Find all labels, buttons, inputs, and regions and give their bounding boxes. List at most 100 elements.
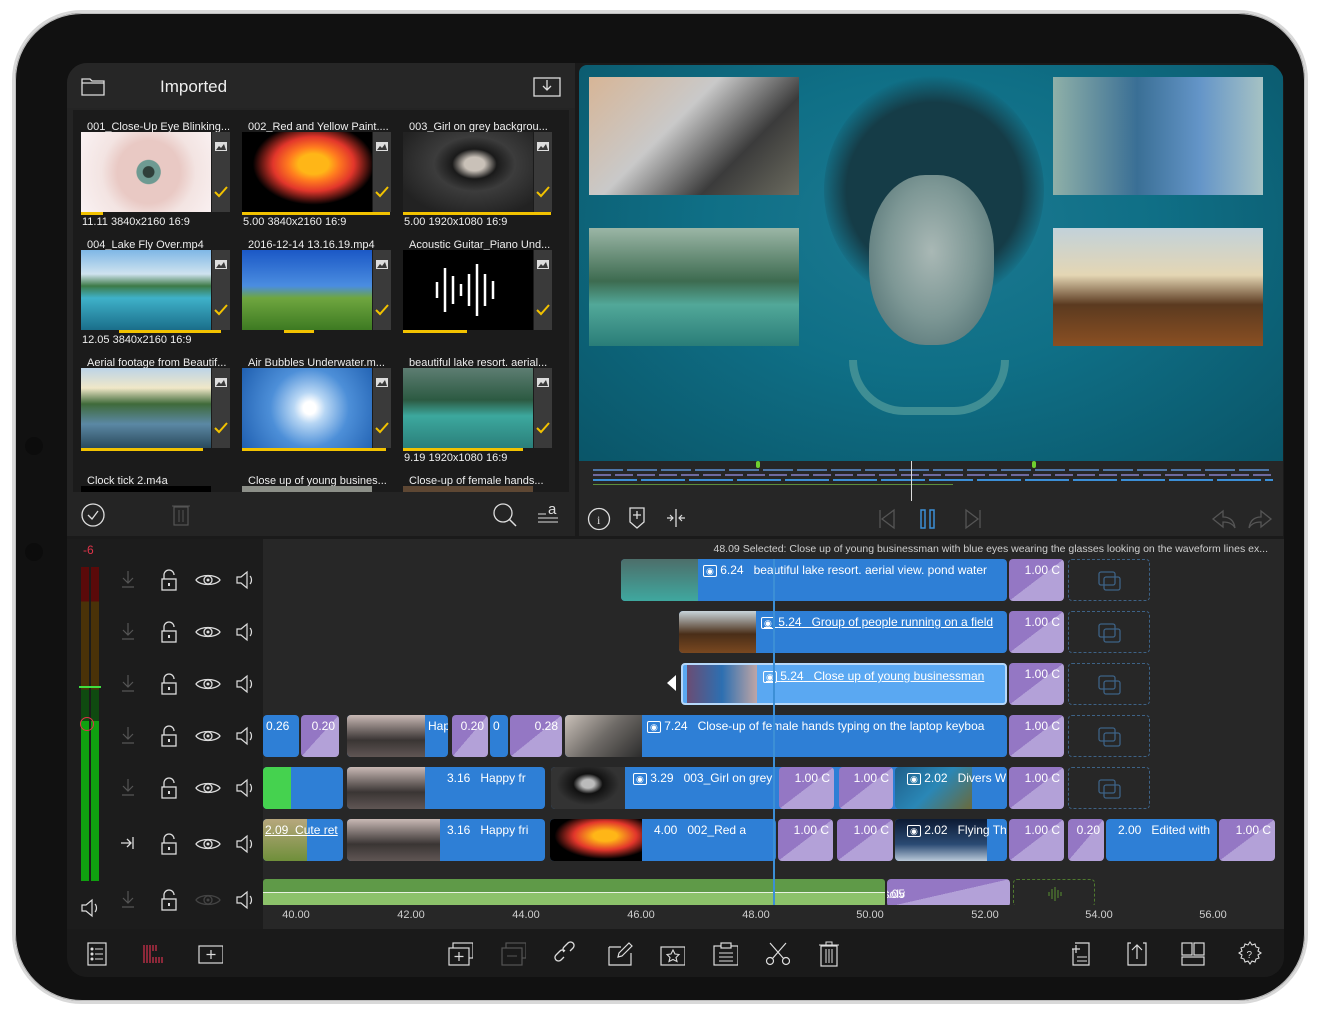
clip[interactable]: Hap [347, 715, 448, 757]
clip[interactable]: 0 [490, 715, 508, 757]
add-track-icon[interactable] [197, 941, 223, 967]
clip[interactable]: ◉ 2.02 Flying Th [895, 819, 1007, 861]
scissors-icon[interactable] [764, 941, 790, 967]
transition[interactable]: 1.00 C [1009, 767, 1064, 809]
move-track-icon[interactable] [119, 777, 139, 799]
playhead[interactable] [773, 559, 775, 929]
selected-clip[interactable]: ◉ 5.24 Close up of young businessman [681, 663, 1007, 705]
unlock-icon[interactable] [159, 569, 179, 591]
media-item[interactable]: Air Bubbles Underwater.m... [234, 346, 394, 464]
edit-icon[interactable] [607, 941, 633, 967]
track-audio-icon[interactable] [234, 569, 256, 591]
track-audio-icon[interactable] [234, 673, 256, 695]
visibility-eye-icon[interactable] [195, 836, 221, 852]
add-clip-icon[interactable] [447, 941, 473, 967]
visibility-eye-icon[interactable] [195, 892, 221, 908]
transition[interactable]: 1.00 C [778, 819, 833, 861]
transition[interactable]: 1.00 C [779, 767, 834, 809]
clip[interactable]: 3.16 Happy fri [347, 819, 545, 861]
media-item[interactable]: Close-up of female hands... [395, 464, 555, 492]
visibility-eye-icon[interactable] [195, 624, 221, 640]
empty-slot[interactable] [1068, 767, 1150, 809]
audio-meter-icon[interactable] [141, 941, 167, 967]
empty-slot[interactable] [1068, 715, 1150, 757]
media-item[interactable]: Clock tick 2.m4a [73, 464, 233, 492]
search-icon[interactable] [492, 502, 518, 528]
clip[interactable] [263, 767, 343, 809]
settings-help-icon[interactable]: ? [1237, 941, 1263, 967]
import-icon[interactable] [533, 75, 561, 97]
empty-slot[interactable] [1068, 559, 1150, 601]
clip[interactable]: ◉ 2.02 Divers W [895, 767, 1007, 809]
clip[interactable]: 2.00 Edited with [1106, 819, 1217, 861]
add-marker-icon[interactable] [627, 506, 647, 530]
info-icon[interactable]: i [587, 507, 611, 531]
move-track-icon[interactable] [119, 621, 139, 643]
pause-icon[interactable] [919, 508, 937, 530]
visibility-eye-icon[interactable] [195, 676, 221, 692]
clip[interactable]: ◉ 5.24 Group of people running on a fiel… [679, 611, 1007, 653]
paste-icon[interactable] [712, 941, 738, 967]
transition[interactable]: 1.00 C [1009, 715, 1064, 757]
visibility-eye-icon[interactable] [195, 728, 221, 744]
media-item[interactable]: 003_Girl on grey backgrou... 5.00 1920x1… [395, 110, 555, 228]
transition[interactable]: 1.00 C [1009, 559, 1064, 601]
split-icon[interactable] [665, 507, 687, 529]
track-audio-icon[interactable] [234, 833, 256, 855]
volume-handle[interactable] [80, 717, 94, 731]
media-item[interactable]: 004_Lake Fly Over.mp4 12.05 3840x2160 16… [73, 228, 233, 346]
unlock-icon[interactable] [159, 673, 179, 695]
layout-icon[interactable] [1180, 941, 1206, 967]
media-item[interactable]: Aerial footage from Beautif... [73, 346, 233, 464]
empty-audio-slot[interactable] [1013, 879, 1095, 907]
empty-slot[interactable] [1068, 611, 1150, 653]
track-audio-icon[interactable] [234, 889, 256, 911]
share-export-icon[interactable] [1125, 941, 1151, 967]
audio-clip[interactable] [263, 879, 885, 907]
visibility-eye-icon[interactable] [195, 572, 221, 588]
transition[interactable]: 1.00 C [1219, 819, 1275, 861]
media-item[interactable]: 002_Red and Yellow Paint.... 5.00 3840x2… [234, 110, 394, 228]
transition[interactable]: 0.20 [301, 715, 339, 757]
favorite-icon[interactable] [659, 941, 685, 967]
empty-slot[interactable] [1068, 663, 1150, 705]
unlock-icon[interactable] [159, 725, 179, 747]
timeline[interactable]: 48.09 Selected: Close up of young busine… [263, 539, 1284, 929]
undo-icon[interactable] [1211, 509, 1237, 529]
clip[interactable]: 4.00 002_Red a [550, 819, 776, 861]
preview-viewer[interactable] [579, 65, 1283, 461]
clip[interactable]: 0.26 [263, 715, 299, 757]
media-item[interactable]: beautiful lake resort. aerial... 9.19 19… [395, 346, 555, 464]
media-item[interactable]: Close up of young busines... [234, 464, 394, 492]
clip[interactable]: 2.09 Cute ret [263, 819, 343, 861]
move-track-icon[interactable] [119, 673, 139, 695]
project-list-icon[interactable] [85, 941, 111, 967]
trash-icon[interactable] [171, 502, 191, 526]
trim-handle-left[interactable] [667, 675, 676, 691]
transition[interactable]: 1.00 C [837, 819, 893, 861]
link-icon[interactable] [554, 941, 580, 967]
master-volume-icon[interactable] [79, 897, 101, 919]
visibility-eye-icon[interactable] [195, 780, 221, 796]
sort-icon[interactable]: a [536, 500, 560, 526]
transition[interactable]: 1.00 C [839, 767, 893, 809]
unlock-icon[interactable] [159, 833, 179, 855]
transition[interactable]: 0.20 [1068, 819, 1104, 861]
clip[interactable]: 3.16 Happy fr [347, 767, 545, 809]
audio-detach-icon[interactable] [500, 941, 526, 967]
select-check-icon[interactable] [81, 503, 105, 527]
move-track-icon[interactable] [119, 725, 139, 747]
skip-back-icon[interactable] [877, 508, 897, 530]
delete-icon[interactable] [817, 941, 843, 967]
time-ruler[interactable]: 40.00 42.00 44.00 46.00 48.00 50.00 52.0… [263, 905, 1284, 929]
transition[interactable]: 1.00 C [1009, 819, 1064, 861]
move-track-icon[interactable] [119, 569, 139, 591]
track-audio-icon[interactable] [234, 725, 256, 747]
unlock-icon[interactable] [159, 889, 179, 911]
track-audio-icon[interactable] [234, 777, 256, 799]
move-track-icon[interactable] [119, 889, 139, 911]
transition[interactable]: 2.05 Cross Dissolv [887, 879, 1010, 907]
media-item[interactable]: 2016-12-14 13.16.19.mp4 [234, 228, 394, 346]
unlock-icon[interactable] [159, 777, 179, 799]
redo-icon[interactable] [1247, 509, 1273, 529]
